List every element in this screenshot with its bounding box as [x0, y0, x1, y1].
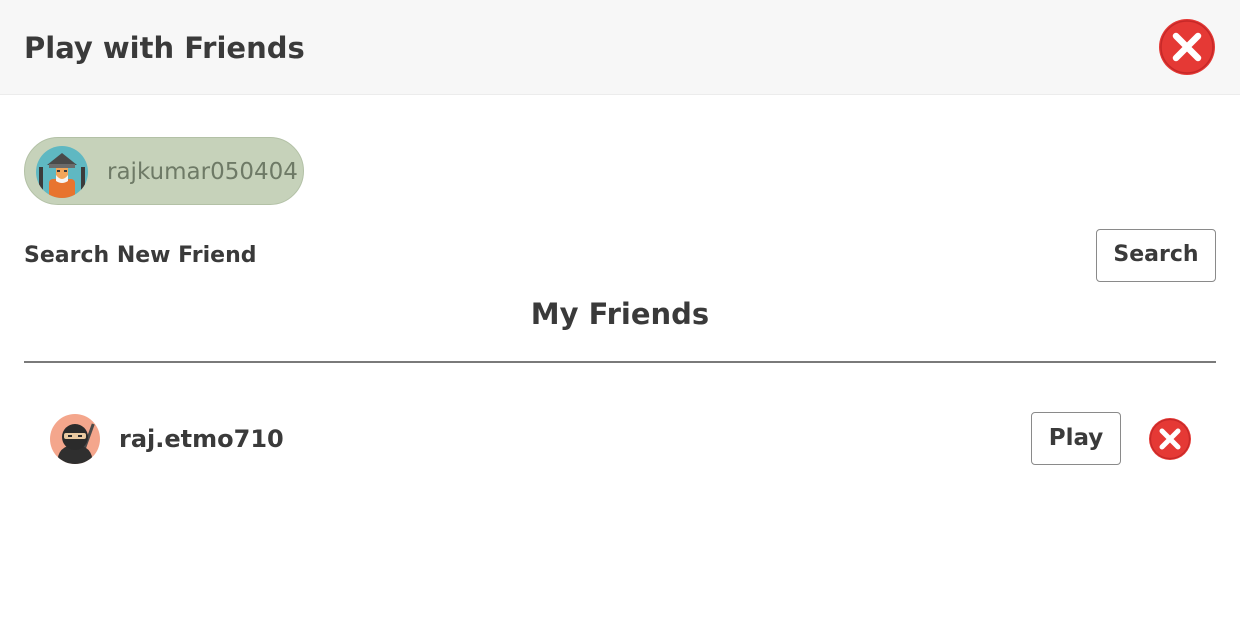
close-circle-icon	[1159, 19, 1215, 75]
samurai-avatar-icon	[36, 146, 88, 198]
dialog-header: Play with Friends	[0, 0, 1240, 95]
remove-friend-button[interactable]	[1148, 417, 1192, 461]
current-username: rajkumar050404	[107, 159, 298, 185]
dialog-title: Play with Friends	[24, 31, 305, 65]
close-button[interactable]	[1158, 18, 1216, 76]
search-new-friend-label: Search New Friend	[24, 243, 257, 268]
friend-row: raj.etmo710 Play	[24, 400, 1216, 478]
remove-circle-icon	[1149, 418, 1191, 460]
play-with-friends-dialog: Play with Friends rajkumar050404 Search …	[0, 0, 1240, 620]
current-user-chip: rajkumar050404	[24, 137, 304, 205]
ninja-avatar-icon	[50, 414, 100, 464]
play-button[interactable]: Play	[1031, 412, 1121, 465]
divider	[24, 361, 1216, 363]
search-button[interactable]: Search	[1096, 229, 1216, 282]
my-friends-title: My Friends	[530, 297, 710, 331]
friend-name: raj.etmo710	[119, 425, 284, 453]
